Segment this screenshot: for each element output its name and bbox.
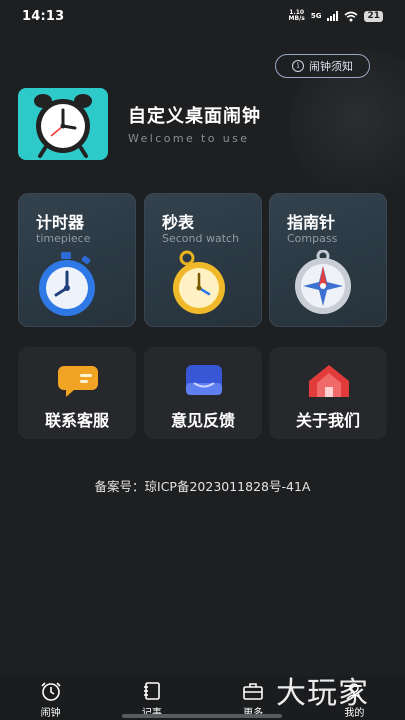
tool-title: 计时器: [36, 213, 85, 232]
tool-card-timer[interactable]: 计时器 timepiece: [18, 193, 136, 327]
service-card-contact[interactable]: 联系客服: [18, 347, 136, 439]
service-label: 关于我们: [295, 411, 360, 430]
alarm-clock-icon: [41, 682, 61, 701]
icp-record: 备案号：琼ICP备2023011828号-41A: [94, 479, 311, 494]
status-indicators: 1.10 MB/s 5G 21: [289, 10, 383, 22]
pocket-watch-icon: [173, 250, 225, 314]
chat-bubble-icon: [58, 366, 98, 397]
tool-card-stopwatch[interactable]: 秒表 Second watch: [144, 193, 262, 327]
watermark: 大玩家: [276, 676, 369, 711]
briefcase-icon: [243, 683, 263, 700]
tool-subtitle: Compass: [287, 232, 338, 245]
alarm-clock-app-icon: [18, 88, 108, 160]
stopwatch-icon: [39, 252, 95, 316]
network-speed: 1.10 MB/s: [288, 9, 305, 22]
service-card-feedback[interactable]: 意见反馈: [144, 347, 262, 439]
app-subtitle: Welcome to use: [128, 132, 250, 145]
service-label: 联系客服: [44, 411, 109, 430]
tool-title: 指南针: [287, 213, 336, 232]
tool-title: 秒表: [162, 213, 195, 232]
nav-label: 闹钟: [40, 708, 61, 719]
home-indicator: [122, 714, 282, 718]
feedback-tray-icon: [186, 365, 222, 395]
status-time: 14:13: [22, 8, 65, 24]
nav-item-alarm[interactable]: 闹钟: [0, 676, 101, 720]
tool-card-compass[interactable]: 指南针 Compass: [269, 193, 387, 327]
tool-subtitle: Second watch: [162, 232, 240, 245]
tool-subtitle: timepiece: [36, 232, 91, 245]
alarm-notice-button[interactable]: i 闹钟须知: [275, 54, 370, 78]
info-icon: i: [292, 60, 304, 72]
battery-indicator: 21: [364, 10, 383, 22]
service-label: 意见反馈: [170, 411, 235, 430]
house-icon: [309, 365, 349, 397]
signal-label: 5G: [310, 12, 322, 20]
status-bar: 14:13 1.10 MB/s 5G 21: [0, 0, 405, 32]
compass-icon: [295, 250, 351, 314]
service-card-about[interactable]: 关于我们: [269, 347, 387, 439]
alarm-notice-label: 闹钟须知: [309, 60, 353, 73]
notebook-icon: [143, 682, 160, 700]
signal-bars-icon: [327, 11, 339, 21]
wifi-icon: [344, 11, 358, 21]
app-title: 自定义桌面闹钟: [128, 106, 261, 127]
